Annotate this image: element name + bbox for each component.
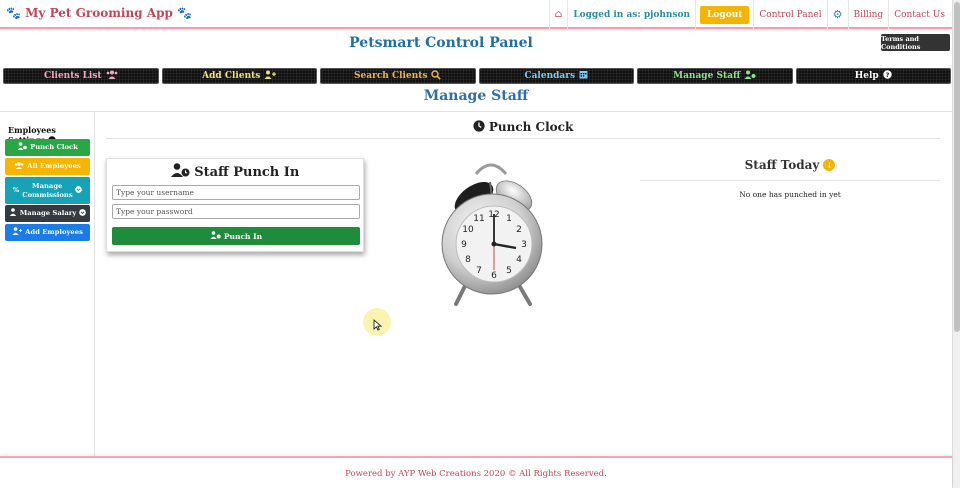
top-nav: ⌂ Logged in as: pjohnson Logout Control … [548, 0, 950, 29]
svg-text:2: 2 [516, 225, 522, 235]
card-title: Staff Punch In [107, 163, 363, 180]
sidebar-item-add-employees[interactable]: Add Employees [5, 224, 90, 241]
arrow-down-circle-icon[interactable]: ↓ [823, 159, 836, 171]
clock-icon [473, 120, 489, 134]
terms-button[interactable]: Terms and Conditions [881, 34, 950, 51]
settings-link[interactable]: ⚙ [826, 0, 848, 29]
user-clock-icon [210, 231, 221, 241]
page-scrollbar[interactable] [952, 0, 960, 488]
home-icon: ⌂ [554, 9, 563, 20]
user-tie-icon [9, 208, 17, 219]
nav-help[interactable]: Help ? [795, 68, 951, 84]
user-plus-icon [264, 70, 277, 82]
nav-search-clients[interactable]: Search Clients [320, 68, 476, 84]
divider [106, 138, 940, 139]
punch-in-label: Punch In [223, 231, 263, 241]
home-link[interactable]: ⌂ [548, 0, 568, 29]
card-title-label: Staff Punch In [194, 165, 300, 180]
sidebar-item-label: Manage Salary [19, 209, 77, 218]
top-bar: 🐾 My Pet Grooming App 🐾 ⌂ Logged in as: … [0, 0, 952, 29]
svg-text:11: 11 [473, 214, 484, 224]
staff-today-label: Staff Today [744, 158, 820, 172]
svg-text:8: 8 [465, 255, 471, 265]
search-icon [431, 69, 442, 83]
footer: Powered by AYP Web Creations 2020 © All … [0, 456, 952, 488]
main-nav: Clients List Add Clients Search Clients … [3, 68, 951, 84]
chevron-down-circle-icon [75, 185, 83, 196]
nav-clients-list[interactable]: Clients List [3, 68, 159, 84]
nav-calendars[interactable]: Calendars [478, 68, 634, 84]
username-input[interactable] [112, 185, 360, 200]
paw-icon: 🐾 [177, 6, 192, 20]
svg-text:?: ? [885, 71, 889, 79]
user-plus-icon [12, 227, 23, 238]
chevron-down-circle-icon [79, 208, 87, 219]
section-title-label: Punch Clock [488, 120, 574, 134]
contact-link[interactable]: Contact Us [888, 0, 950, 29]
page-title: Manage Staff [423, 88, 529, 104]
user-clock-icon [17, 142, 27, 153]
svg-text:7: 7 [476, 266, 482, 276]
users-icon [106, 70, 118, 82]
divider [640, 180, 940, 181]
password-input[interactable] [112, 204, 360, 219]
sidebar: Employees Settings Punch Clock All Emplo… [0, 112, 95, 456]
svg-text:9: 9 [461, 240, 467, 250]
punch-in-card: Staff Punch In Punch In [106, 158, 364, 252]
brand-name: My Pet Grooming App [25, 6, 173, 20]
staff-today-heading: Staff Today ↓ [640, 158, 940, 172]
nav-label: Clients List [43, 71, 102, 81]
nav-label: Calendars [524, 71, 576, 81]
gear-icon: ⚙ [832, 8, 843, 21]
sidebar-item-manage-salary[interactable]: Manage Salary [5, 205, 90, 222]
svg-text:5: 5 [506, 266, 512, 276]
sidebar-item-label: Add Employees [25, 228, 83, 237]
punch-in-button[interactable]: Punch In [112, 227, 360, 245]
sidebar-item-all-employees[interactable]: All Employees [5, 158, 90, 175]
logout-button[interactable]: Logout [700, 5, 750, 24]
nav-label: Help [854, 71, 879, 81]
logged-in-label: Logged in as: pjohnson [567, 0, 695, 29]
question-circle-icon: ? [883, 70, 892, 82]
nav-manage-staff[interactable]: Manage Staff [637, 68, 793, 84]
footer-text: Powered by AYP Web Creations 2020 © All … [345, 469, 607, 479]
svg-text:4: 4 [516, 255, 522, 265]
sidebar-item-label: Punch Clock [30, 143, 78, 152]
sidebar-item-label: All Employees [27, 162, 81, 171]
billing-link[interactable]: Billing [847, 0, 889, 29]
sidebar-item-label: Manage Commissions [22, 181, 73, 199]
svg-text:3: 3 [521, 240, 527, 250]
scrollbar-thumb[interactable] [954, 2, 960, 332]
logout-wrap: Logout [695, 0, 753, 29]
brand-logo[interactable]: 🐾 My Pet Grooming App 🐾 [6, 6, 192, 20]
calendar-icon [579, 70, 588, 82]
paw-icon: 🐾 [6, 6, 21, 20]
sidebar-item-manage-commissions[interactable]: % Manage Commissions [5, 177, 90, 204]
svg-text:10: 10 [462, 225, 474, 235]
section-title: Punch Clock [106, 120, 940, 134]
nav-label: Manage Staff [673, 71, 741, 81]
control-panel-link[interactable]: Control Panel [753, 0, 826, 29]
nav-label: Add Clients [202, 71, 261, 81]
divider [0, 111, 952, 112]
sidebar-item-punch-clock[interactable]: Punch Clock [5, 139, 90, 156]
svg-text:6: 6 [491, 271, 497, 281]
nav-add-clients[interactable]: Add Clients [161, 68, 317, 84]
user-cog-icon [744, 70, 756, 82]
nav-label: Search Clients [354, 71, 428, 81]
user-clock-icon [170, 163, 195, 180]
percent-icon: % [12, 186, 20, 195]
staff-today-empty: No one has punched in yet [739, 190, 841, 199]
mouse-cursor-icon [373, 316, 383, 335]
panel-title: Petsmart Control Panel [349, 35, 533, 51]
users-icon [14, 161, 24, 172]
svg-text:1: 1 [506, 214, 512, 224]
alarm-clock-image: 12 1 2 3 4 5 6 7 8 9 10 11 [430, 158, 552, 308]
